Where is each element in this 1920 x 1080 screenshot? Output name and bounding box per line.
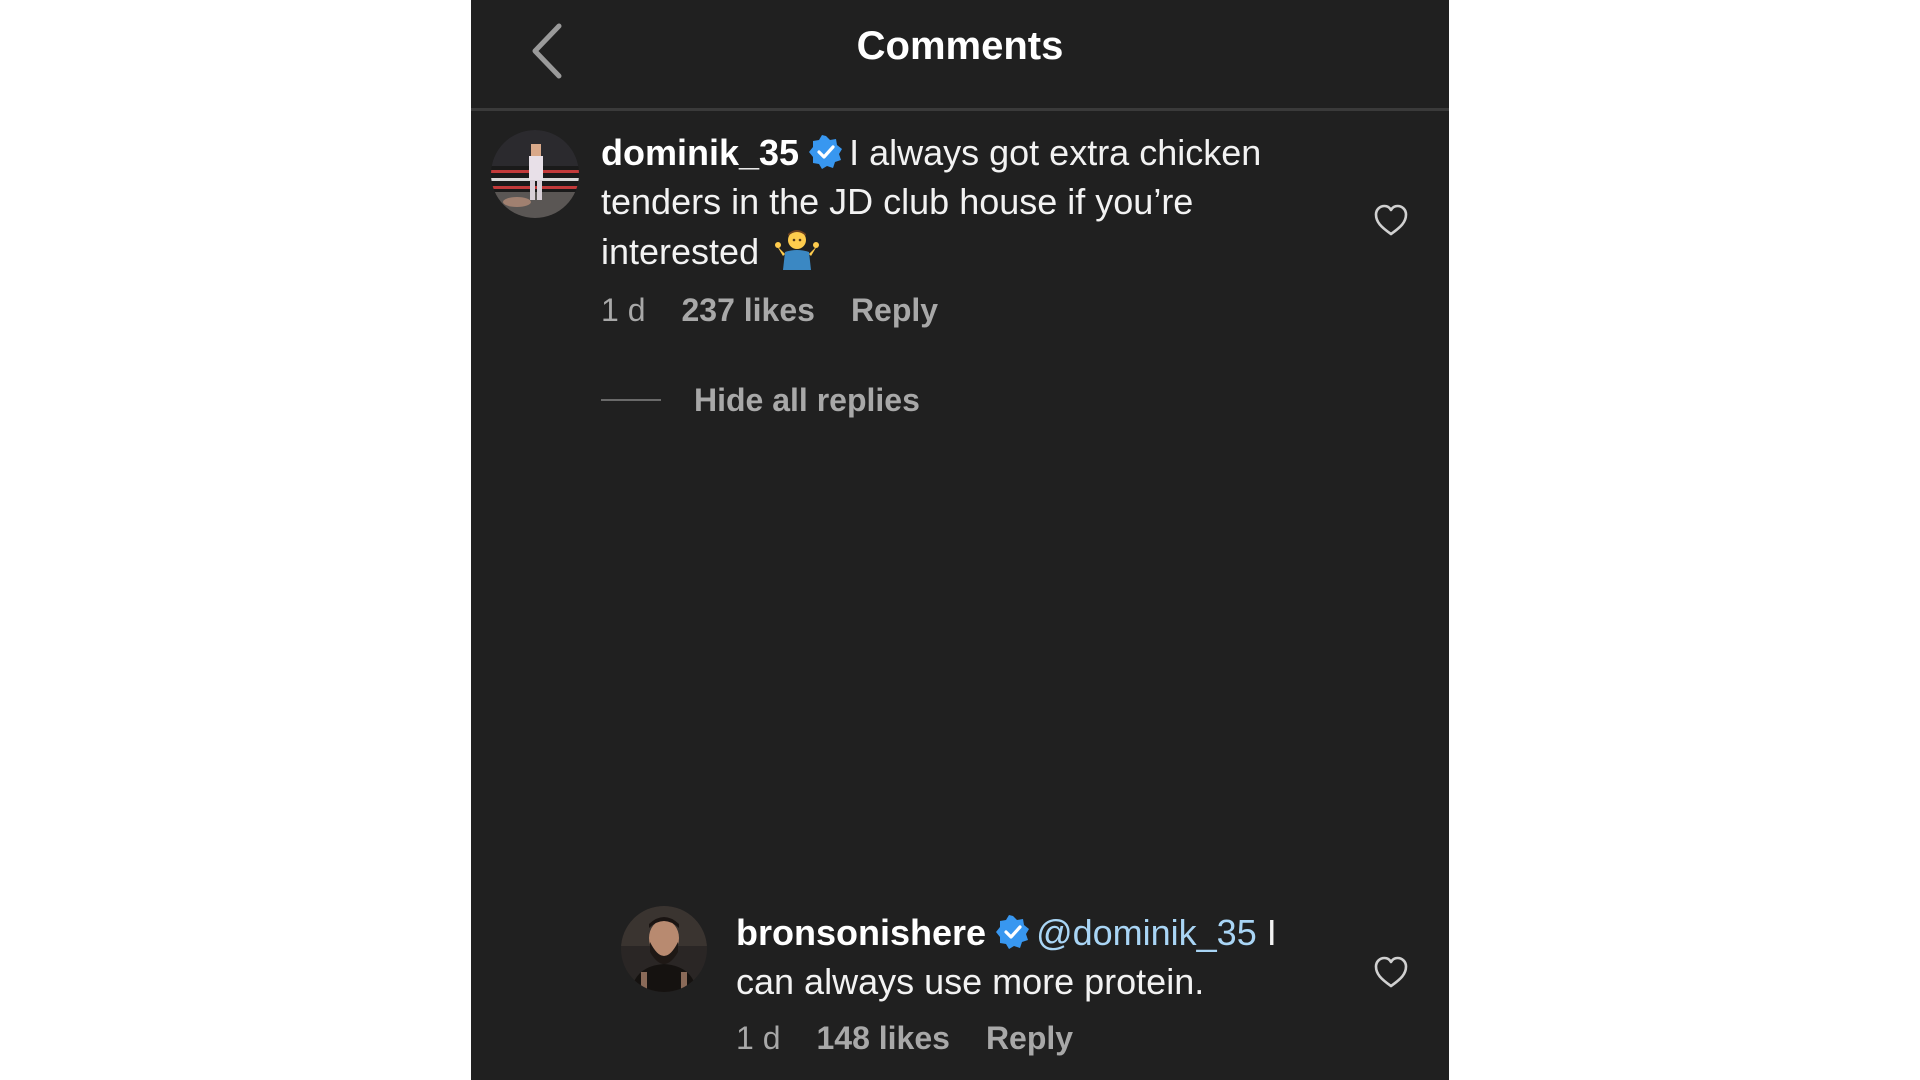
heart-outline-icon [1374,204,1408,236]
reply-item: bronsonishere @dominik_35 I can always u… [471,880,1449,1080]
comment-item: dominik_35 I always got extra chicken te… [471,0,1449,360]
bearded-man-photo [621,906,707,992]
reply-button[interactable]: Reply [986,1020,1073,1056]
person-shrugging-emoji [775,226,820,270]
reply-username[interactable]: bronsonishere [736,912,986,953]
hide-replies-toggle[interactable]: Hide all replies [601,380,920,420]
avatar[interactable] [621,906,707,992]
reply-text-block: bronsonishere @dominik_35 I can always u… [736,908,1336,1006]
mention-link[interactable]: @dominik_35 [1036,912,1257,953]
reply-meta: 1 d 148 likes Reply [736,1020,1109,1057]
verified-badge-icon [996,915,1030,949]
page: Comments dominik_35 I always got extra c… [0,0,1920,1080]
comment-text-block: dominik_35 I always got extra chicken te… [601,128,1341,276]
wrestling-ring-photo [491,130,579,218]
like-button[interactable] [1373,203,1409,237]
comment-meta: 1 d 237 likes Reply [601,292,974,329]
heart-outline-icon [1374,956,1408,988]
avatar[interactable] [491,130,579,218]
reply-likes[interactable]: 148 likes [816,1020,949,1056]
verified-badge-icon [809,135,843,169]
comments-screen: Comments dominik_35 I always got extra c… [471,0,1449,1080]
divider-line [601,399,661,401]
reply-button[interactable]: Reply [851,292,938,328]
like-button[interactable] [1373,955,1409,989]
reply-timestamp: 1 d [736,1020,781,1056]
comment-timestamp: 1 d [601,292,646,328]
hide-replies-label: Hide all replies [694,381,920,418]
comment-username[interactable]: dominik_35 [601,132,799,173]
comment-likes[interactable]: 237 likes [681,292,814,328]
